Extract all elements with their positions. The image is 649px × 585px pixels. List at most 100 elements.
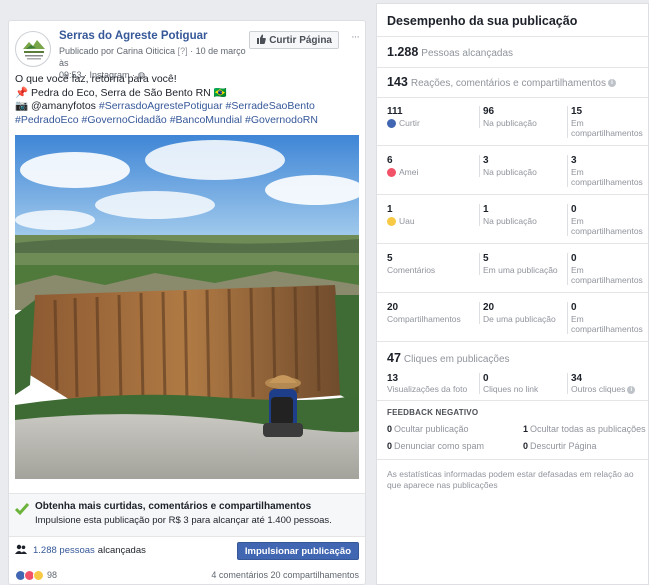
- like-page-button[interactable]: Curtir Página: [249, 31, 339, 49]
- click-stat-cell: 13 Visualizações da foto: [387, 373, 475, 394]
- page-root: Serras do Agreste Potiguar Publicado por…: [0, 0, 649, 585]
- divider: [377, 400, 648, 401]
- clicks-stat: 47 Cliques em publicações: [387, 351, 510, 365]
- stat-value: 1: [523, 424, 529, 434]
- comments-shares-count[interactable]: 4 comentários 20 compartilhamentos: [211, 570, 359, 580]
- reach-label: Pessoas alcançadas: [421, 48, 514, 59]
- boost-subtitle: Impulsione esta publicação por R$ 3 para…: [35, 515, 332, 526]
- boost-post-button[interactable]: Impulsionar publicação: [236, 542, 359, 560]
- more-options-icon[interactable]: ···: [351, 31, 360, 43]
- stat-cell: 96 Na publicação: [479, 106, 565, 128]
- stat-value: 111: [387, 106, 403, 117]
- post-text: O que você faz, retorna para você! 📌 Ped…: [15, 73, 359, 127]
- clicks-label: Cliques em publicações: [403, 354, 510, 365]
- info-icon[interactable]: i: [627, 385, 636, 394]
- wow-icon: [387, 217, 396, 227]
- stat-value: 34: [571, 373, 583, 384]
- wow-reaction-icon[interactable]: [33, 569, 44, 581]
- stat-label: Uau: [399, 216, 415, 226]
- page-name-link[interactable]: Serras do Agreste Potiguar: [59, 30, 207, 42]
- stat-label: Curtir: [399, 118, 420, 128]
- reactions-row: 98 4 comentários 20 compartilhamentos: [15, 568, 359, 582]
- stat-cell: 5 Comentários: [387, 253, 475, 275]
- click-stat-cell: 0 Cliques no link: [479, 373, 565, 394]
- stat-value: 3: [483, 155, 489, 166]
- published-by[interactable]: Publicado por Carina Oiticica: [59, 46, 175, 56]
- stat-value: 20: [483, 302, 495, 313]
- engagement-label: Reações, comentários e compartilhamentos: [410, 78, 606, 89]
- stat-label: Em compartilhamentos: [571, 314, 643, 334]
- click-stat-cell: 34 Outros cliques i: [567, 373, 647, 394]
- stat-value: 0: [387, 424, 393, 434]
- info-icon[interactable]: i: [607, 79, 616, 88]
- post-credit: 📷 @amanyfotos: [15, 100, 99, 112]
- reactions-count[interactable]: 98: [47, 570, 57, 580]
- divider: [377, 459, 648, 460]
- stat-label: Cliques no link: [483, 384, 539, 394]
- stat-value: 1: [387, 204, 393, 215]
- stat-value: 96: [483, 106, 495, 117]
- clicks-value: 47: [387, 351, 401, 365]
- negative-stat: 0 Descurtir Página: [523, 441, 597, 451]
- reach-link[interactable]: 1.288 pessoas: [33, 545, 95, 556]
- stat-label: De uma publicação: [483, 314, 556, 324]
- stat-label: Em compartilhamentos: [571, 118, 643, 138]
- reach-stat: 1.288 Pessoas alcançadas: [387, 45, 513, 59]
- reach-value: 1.288: [387, 45, 419, 59]
- post-header: Serras do Agreste Potiguar Publicado por…: [15, 29, 360, 80]
- negative-stat: 0 Denunciar como spam: [387, 441, 484, 451]
- stats-disclaimer: As estatísticas informadas podem estar d…: [387, 469, 634, 490]
- like-page-label: Curtir Página: [269, 34, 332, 46]
- stat-value: 15: [571, 106, 583, 117]
- stat-value: 6: [387, 155, 393, 166]
- stat-label: Na publicação: [483, 118, 537, 128]
- insights-title: Desempenho da sua publicação: [387, 14, 578, 28]
- stat-cell: 3 Em compartilhamentos: [567, 155, 647, 187]
- stat-value: 5: [387, 253, 393, 264]
- stat-label: Ocultar publicação: [394, 424, 469, 434]
- reach-row: 1.288 pessoas alcançadas Impulsionar pub…: [15, 539, 359, 561]
- hashtag-links[interactable]: #SerrasdoAgrestePotiguar #SerradeSaoBent…: [99, 100, 315, 112]
- negative-stat: 1 Ocultar todas as publicações: [523, 424, 646, 434]
- negative-feedback-title: FEEDBACK NEGATIVO: [387, 408, 479, 417]
- stat-cell: 5 Em uma publicação: [479, 253, 565, 275]
- stat-row: 1 Uau 1 Na publicação 0 Em compartilhamento…: [377, 196, 648, 244]
- stat-label: Visualizações da foto: [387, 384, 468, 394]
- love-icon: [387, 168, 396, 178]
- stat-cell: 1 Na publicação: [479, 204, 565, 226]
- stat-label: Em compartilhamentos: [571, 216, 643, 236]
- post-photo[interactable]: [15, 135, 359, 479]
- stat-cell: 6 Amei: [387, 155, 475, 178]
- stat-cell: 0 Em compartilhamentos: [567, 253, 647, 285]
- landscape-photo: [15, 135, 359, 479]
- stat-label: Na publicação: [483, 167, 537, 177]
- stat-label: Outros cliques: [571, 384, 626, 394]
- engagement-value: 143: [387, 75, 408, 89]
- stat-value: 1: [483, 204, 489, 215]
- divider: [377, 67, 648, 68]
- stat-value: 0: [523, 441, 529, 451]
- stat-label: Descurtir Página: [530, 441, 597, 451]
- post-text-line: 📌 Pedra do Eco, Serra de São Bento RN 🇧🇷: [15, 86, 227, 99]
- stat-cell: 0 Em compartilhamentos: [567, 302, 647, 334]
- stat-label: Em compartilhamentos: [571, 167, 643, 187]
- stat-value: 13: [387, 373, 399, 384]
- stat-label: Na publicação: [483, 216, 537, 226]
- stat-cell: 15 Em compartilhamentos: [567, 106, 647, 138]
- stat-value: 3: [571, 155, 577, 166]
- divider: [377, 36, 648, 37]
- negative-stat: 0 Ocultar publicação: [387, 424, 469, 434]
- post-text-line: O que você faz, retorna para você!: [15, 73, 177, 85]
- page-avatar[interactable]: [15, 31, 51, 67]
- published-help[interactable]: [?]: [178, 46, 188, 56]
- stat-label: Ocultar todas as publicações: [530, 424, 646, 434]
- stat-label: Comentários: [387, 265, 436, 275]
- stat-value: 0: [387, 441, 393, 451]
- stat-label: Em uma publicação: [483, 265, 558, 275]
- boost-title: Obtenha mais curtidas, comentários e com…: [35, 501, 312, 512]
- post-text-line: 📷 @amanyfotos #SerrasdoAgrestePotiguar #…: [15, 100, 359, 114]
- hashtag-links[interactable]: #PedradoEco #GovernoCidadão #BancoMundia…: [15, 114, 359, 128]
- engagement-stat: 143 Reações, comentários e compartilhamen…: [387, 75, 616, 89]
- checkmark-icon: [15, 503, 29, 516]
- reach-suffix: alcançadas: [97, 544, 146, 556]
